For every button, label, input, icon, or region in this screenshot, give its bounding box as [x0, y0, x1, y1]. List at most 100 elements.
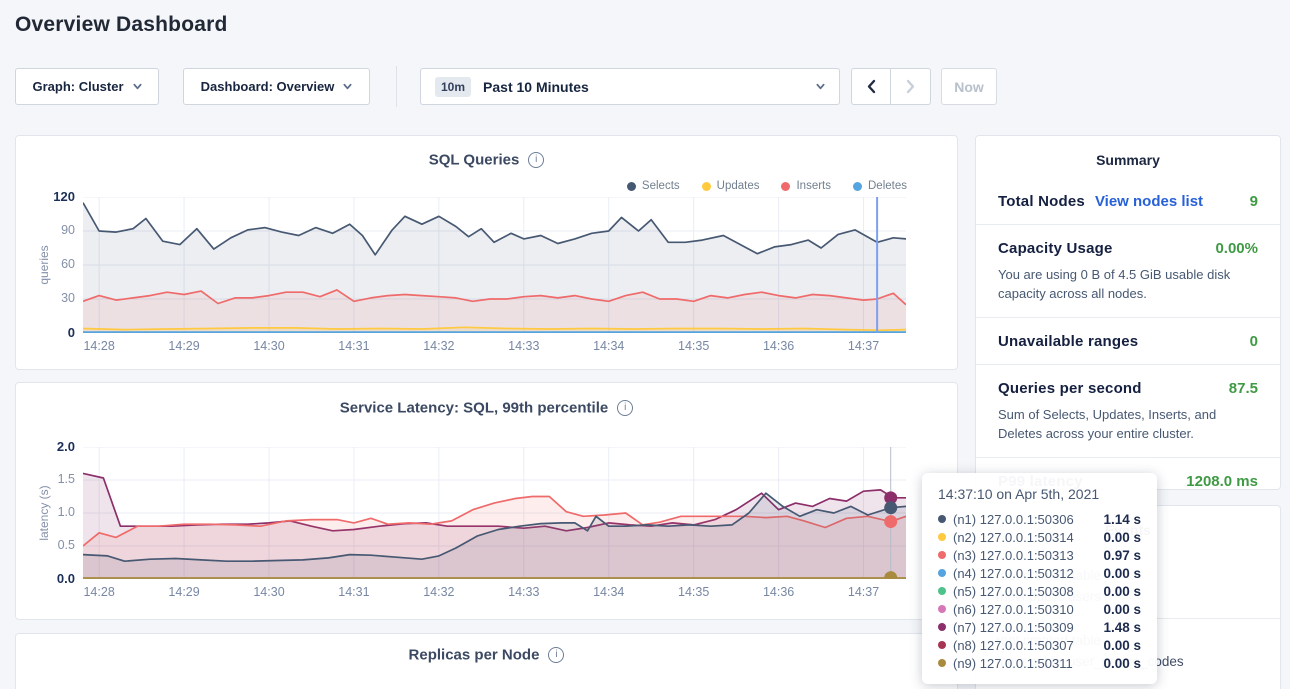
time-range-next-button[interactable] [891, 68, 931, 105]
tooltip-node-label: (n3) 127.0.0.1:50313 [953, 548, 1074, 563]
legend-item[interactable]: Updates [702, 180, 760, 192]
tooltip-node-unit: s [1133, 656, 1141, 671]
summary-item: Capacity Usage0.00%You are using 0 B of … [976, 224, 1280, 317]
y-axis-tick-label: 0.0 [37, 571, 75, 586]
tooltip-node-unit: s [1133, 638, 1141, 653]
node-color-dot-icon [938, 659, 946, 667]
y-axis-title: latency (s) [37, 485, 51, 540]
x-axis-tick-label: 14:28 [67, 339, 131, 353]
node-color-dot-icon [938, 569, 946, 577]
time-range-label: Past 10 Minutes [483, 79, 589, 95]
service-latency-chart-card: Service Latency: SQL, 99th percentilei 1… [15, 382, 958, 620]
tooltip-row: (n1) 127.0.0.1:503061.14 s [938, 510, 1141, 528]
summary-item-value: 0.00% [1215, 240, 1258, 257]
tooltip-timestamp: 14:37:10 on Apr 5th, 2021 [938, 486, 1141, 502]
view-nodes-list-link[interactable]: View nodes list [1095, 193, 1203, 210]
summary-item-title: Total Nodes [998, 193, 1085, 210]
x-axis-tick-label: 14:34 [577, 339, 641, 353]
summary-panel: Summary Total NodesView nodes list9Capac… [975, 135, 1281, 490]
node-color-dot-icon [938, 533, 946, 541]
x-axis-tick-label: 14:37 [832, 339, 896, 353]
tooltip-rows: (n1) 127.0.0.1:503061.14 s(n2) 127.0.0.1… [938, 510, 1141, 672]
legend-dot-icon [627, 182, 636, 191]
x-axis-tick-label: 14:36 [747, 339, 811, 353]
graph-scope-dropdown[interactable]: Graph: Cluster [15, 68, 159, 105]
summary-item-row: Total NodesView nodes list9 [998, 193, 1258, 210]
x-axis-tick-label: 14:29 [152, 585, 216, 599]
chevron-down-icon [816, 82, 825, 91]
time-range-selector[interactable]: 10m Past 10 Minutes [420, 68, 840, 105]
tooltip-node-unit: s [1133, 566, 1141, 581]
chart-plot-area[interactable] [83, 447, 906, 579]
x-axis-tick-label: 14:30 [237, 585, 301, 599]
tooltip-node-value: 1.48 s [1103, 620, 1141, 635]
x-axis-tick-label: 14:28 [67, 585, 131, 599]
sql-queries-chart-title: SQL Queriesi [16, 151, 957, 169]
summary-item-description: Sum of Selects, Updates, Inserts, and De… [998, 405, 1258, 443]
tooltip-node-label: (n4) 127.0.0.1:50312 [953, 566, 1074, 581]
tooltip-node-unit: s [1133, 530, 1141, 545]
tooltip-node-value: 0.00 s [1103, 530, 1141, 545]
tooltip-node-label: (n9) 127.0.0.1:50311 [953, 656, 1073, 671]
replicas-per-node-chart-card: Replicas per Nodei [15, 633, 958, 689]
y-axis-tick-label: 90 [37, 223, 75, 237]
legend-label: Deletes [868, 180, 907, 192]
info-icon[interactable]: i [617, 400, 633, 416]
time-range-prev-button[interactable] [851, 68, 891, 105]
x-axis-tick-label: 14:35 [662, 339, 726, 353]
y-axis-tick-label: 30 [37, 291, 75, 305]
tooltip-row: (n8) 127.0.0.1:50307 0.00 s [938, 636, 1141, 654]
info-icon[interactable]: i [528, 152, 544, 168]
y-axis-title: queries [37, 245, 51, 284]
tooltip-node-value: 0.00 s [1103, 638, 1141, 653]
summary-item-value: 87.5 [1229, 380, 1258, 397]
x-axis-tick-label: 14:30 [237, 339, 301, 353]
y-axis-tick-label: 120 [37, 189, 75, 204]
tooltip-node-unit: s [1133, 584, 1141, 599]
now-button[interactable]: Now [941, 68, 997, 105]
tooltip-node-unit: s [1133, 602, 1141, 617]
legend-dot-icon [853, 182, 862, 191]
x-axis-tick-label: 14:37 [832, 585, 896, 599]
x-axis-tick-label: 14:31 [322, 585, 386, 599]
summary-item: Total NodesView nodes list9 [976, 178, 1280, 224]
sql-queries-legend: Selects Updates Inserts Deletes [627, 180, 907, 192]
tooltip-node-value: 0.00 s [1103, 656, 1141, 671]
tooltip-node-unit: s [1133, 548, 1141, 563]
tooltip-row: (n3) 127.0.0.1:503130.97 s [938, 546, 1141, 564]
legend-label: Inserts [796, 180, 831, 192]
x-axis-tick-label: 14:33 [492, 339, 556, 353]
x-axis-tick-label: 14:31 [322, 339, 386, 353]
x-axis-tick-label: 14:35 [662, 585, 726, 599]
tooltip-node-value: 0.00 s [1103, 566, 1141, 581]
summary-item-value: 1208.0 ms [1186, 473, 1258, 490]
legend-item[interactable]: Selects [627, 180, 680, 192]
tooltip-node-label: (n5) 127.0.0.1:50308 [953, 584, 1074, 599]
graph-scope-dropdown-label: Graph: Cluster [32, 79, 123, 94]
summary-item-row: Capacity Usage0.00% [998, 240, 1258, 257]
tooltip-node-value: 1.14 s [1103, 512, 1141, 527]
legend-dot-icon [781, 182, 790, 191]
dashboard-dropdown[interactable]: Dashboard: Overview [183, 68, 370, 105]
tooltip-row: (n4) 127.0.0.1:50312 0.00 s [938, 564, 1141, 582]
legend-dot-icon [702, 182, 711, 191]
summary-item: Queries per second 87.5 Sum of Selects, Up… [976, 364, 1280, 457]
legend-item[interactable]: Deletes [853, 180, 907, 192]
chevron-down-icon [133, 82, 142, 91]
tooltip-node-value: 0.00 s [1103, 602, 1141, 617]
tooltip-row: (n2) 127.0.0.1:503140.00 s [938, 528, 1141, 546]
legend-item[interactable]: Inserts [781, 180, 831, 192]
page-title: Overview Dashboard [15, 13, 228, 37]
chart-plot-area[interactable] [83, 197, 906, 333]
tooltip-node-label: (n8) 127.0.0.1:50307 [953, 638, 1074, 653]
x-axis-tick-label: 14:33 [492, 585, 556, 599]
chevron-down-icon [343, 82, 352, 91]
summary-item: Unavailable ranges0 [976, 317, 1280, 364]
tooltip-row: (n9) 127.0.0.1:50311 0.00 s [938, 654, 1141, 672]
node-color-dot-icon [938, 623, 946, 631]
info-icon[interactable]: i [548, 647, 564, 663]
replicas-per-node-chart-title: Replicas per Nodei [16, 646, 957, 664]
time-range-arrows [851, 68, 931, 105]
summary-panel-header: Summary [976, 152, 1280, 168]
summary-item-title: Queries per second [998, 380, 1142, 397]
